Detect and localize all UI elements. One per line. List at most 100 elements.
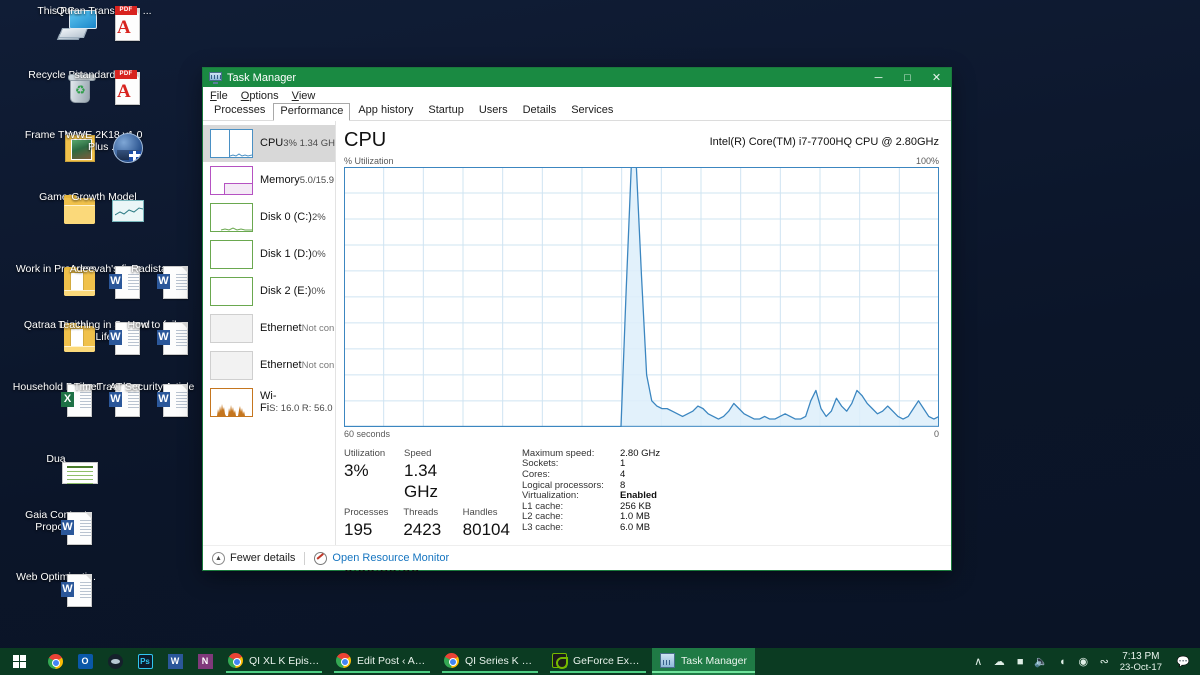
taskbar[interactable]: O Ps QI XL K Episode 11 ... Edit Post ‹ Ad… [0, 648, 1200, 675]
sidebar-thumbnail-graph [210, 388, 253, 417]
menu-item-file[interactable]: File [210, 90, 228, 102]
taskbar-pin-onenote[interactable] [190, 648, 220, 675]
sidebar-thumbnail-graph [210, 277, 253, 306]
tab-app-history[interactable]: App history [351, 102, 420, 120]
sidebar-item-value: 2% [311, 212, 326, 223]
window-title: Task Manager [227, 71, 297, 84]
threads-value: 2423 [403, 519, 442, 539]
taskbar-pin-word[interactable] [160, 648, 190, 675]
cpu-panel: CPU Intel(R) Core(TM) i7-7700HQ CPU @ 2.… [336, 121, 951, 576]
chrome-icon [336, 653, 351, 668]
sidebar-item-value: 5.0/15.9 GB (31%) [299, 175, 335, 186]
window-title-bar[interactable]: Task Manager ─ □ ✕ [203, 68, 951, 87]
sidebar-item-name: Disk 1 (D:) [260, 248, 312, 260]
menu-item-view[interactable]: View [292, 90, 316, 102]
cpu-detail-key: Cores: [522, 469, 550, 480]
desktop-icon-growth-model[interactable]: Growth Model [56, 190, 152, 222]
sidebar-thumbnail-graph [210, 351, 253, 380]
cpu-detail-row: Virtualization: Enabled [522, 491, 939, 502]
sidebar-item-name: Disk 2 (E:) [260, 285, 312, 297]
nvidia-icon[interactable]: ◉ [1073, 648, 1094, 675]
tray-overflow-icon[interactable]: ∧ [968, 648, 989, 675]
wifi-icon[interactable]: ◖ [1052, 648, 1073, 675]
speed-stat: Speed 1.34 GHz [404, 448, 464, 502]
taskbar-task-label: GeForce Experience [573, 654, 644, 667]
desktop-icon-web-optimizati[interactable]: W Web Optimizati... [8, 570, 104, 607]
sidebar-thumbnail-graph [210, 166, 253, 195]
close-button[interactable]: ✕ [922, 68, 951, 87]
taskbar-pin-photoshop[interactable]: Ps [130, 648, 160, 675]
sidebar-item-ethernet[interactable]: EthernetNot connected [203, 310, 335, 347]
sidebar-item-name: Ethernet [260, 359, 302, 371]
taskbar-task-label: QI Series K Episode ... [465, 654, 536, 667]
speed-label: Speed [404, 447, 432, 459]
taskbar-pin-steam[interactable] [100, 648, 130, 675]
sidebar-item-memory[interactable]: Memory5.0/15.9 GB (31%) [203, 162, 335, 199]
handles-stat: Handles 80104 [463, 507, 522, 540]
tab-startup[interactable]: Startup [421, 102, 470, 120]
cpu-detail-value: 6.0 MB [620, 521, 651, 533]
tab-details[interactable]: Details [516, 102, 564, 120]
sidebar-item-name: CPU [260, 137, 284, 149]
desktop-icon-quran-translation[interactable]: PDF A Quran Translation ... [56, 4, 152, 41]
desktop-icon-wwe-2k18-v1-0-plus[interactable]: WWE 2K18 v1.0 Plus ... [56, 128, 152, 163]
fewer-details-button[interactable]: Fewer details [230, 552, 295, 564]
taskbar-running-tasks: QI XL K Episode 11 ... Edit Post ‹ Addict… [220, 648, 755, 675]
maximize-button[interactable]: □ [893, 68, 922, 87]
desktop-icon-gaia-content-proposal[interactable]: W Gaia Content Proposal [8, 508, 104, 545]
taskbar-pin-chrome[interactable] [40, 648, 70, 675]
action-center-icon[interactable]: 💬 [1170, 648, 1196, 675]
volume-icon[interactable]: 🔈 [1031, 648, 1052, 675]
page-title: CPU [344, 129, 387, 151]
cpu-detail-row: L3 cache: 6.0 MB [522, 521, 939, 534]
sidebar-item-wi-fi[interactable]: Wi-FiS: 16.0 R: 56.0 Kbps [203, 384, 335, 421]
taskbar-task-label: Task Manager [681, 654, 747, 667]
processes-value: 195 [344, 519, 373, 539]
taskbar-task-geforce-experience[interactable]: GeForce Experience [544, 648, 652, 675]
open-resource-monitor-link[interactable]: Open Resource Monitor [332, 552, 449, 564]
battery-icon[interactable]: ■ [1010, 648, 1031, 675]
utilization-value: 3% [344, 460, 369, 480]
sidebar-item-disk-1-d[interactable]: Disk 1 (D:)0% [203, 236, 335, 273]
cpu-detail-row: Maximum speed: 2.80 GHz [522, 448, 939, 460]
tab-performance[interactable]: Performance [273, 103, 351, 121]
system-tray: ∧ ☁ ■ 🔈 ◖ ◉ ∾ 7:13 PM 23-Oct-17 💬 [968, 648, 1200, 675]
taskbar-task-edit-post-addictiv[interactable]: Edit Post ‹ Addictiv... [328, 648, 436, 675]
tab-processes[interactable]: Processes [207, 102, 272, 120]
taskbar-task-qi-series-k-episode[interactable]: QI Series K Episode ... [436, 648, 544, 675]
desktop-icon-radistan[interactable]: W Radistan [104, 262, 200, 299]
chevron-up-icon[interactable]: ▲ [212, 551, 225, 565]
bluetooth-icon[interactable]: ∾ [1094, 648, 1115, 675]
taskbar-task-task-manager[interactable]: Task Manager [652, 648, 755, 675]
steam-icon [107, 654, 123, 669]
tab-users[interactable]: Users [472, 102, 515, 120]
onedrive-icon[interactable]: ☁ [989, 648, 1010, 675]
cpu-detail-row: L1 cache: 256 KB [522, 501, 939, 513]
task-manager-window[interactable]: Task Manager ─ □ ✕ File Options View Proce… [203, 68, 951, 576]
taskbar-task-label: QI XL K Episode 11 ... [249, 654, 320, 667]
cpu-utilization-graph[interactable] [344, 167, 939, 427]
start-button[interactable] [0, 648, 40, 675]
sidebar-item-value: S: 16.0 R: 56.0 Kbps [269, 403, 335, 414]
desktop-icon-standard1[interactable]: PDF Astandard1-... [56, 68, 152, 105]
tab-services[interactable]: Services [564, 102, 620, 120]
sidebar-item-disk-2-e[interactable]: Disk 2 (E:)0% [203, 273, 335, 310]
windows-logo-icon [13, 654, 27, 669]
sidebar-item-cpu[interactable]: CPU3% 1.34 GHz [203, 125, 335, 162]
sidebar-item-value: Not connected [301, 360, 335, 371]
desktop-icon-at-security-article[interactable]: W AT Security Article [104, 380, 200, 417]
graph-x-left-label: 60 seconds [344, 428, 391, 439]
resource-sidebar[interactable]: CPU3% 1.34 GHzMemory5.0/15.9 GB (31%)Dis… [203, 121, 336, 545]
minimize-button[interactable]: ─ [864, 68, 893, 87]
taskbar-task-qi-xl-k-episode-11[interactable]: QI XL K Episode 11 ... [220, 648, 328, 675]
processes-label: Processes [344, 506, 389, 518]
sidebar-item-disk-0-c[interactable]: Disk 0 (C:)2% [203, 199, 335, 236]
taskbar-pin-outlook[interactable]: O [70, 648, 100, 675]
cpu-detail-row: Cores: 4 [522, 469, 939, 481]
menu-item-options[interactable]: Options [241, 90, 279, 102]
desktop-icon-dua[interactable]: Dua [8, 452, 104, 484]
desktop-icon-how-to-fail[interactable]: W How to fail [104, 318, 200, 355]
clock[interactable]: 7:13 PM 23-Oct-17 [1115, 651, 1170, 673]
sidebar-item-ethernet[interactable]: EthernetNot connected [203, 347, 335, 384]
threads-stat: Threads 2423 [403, 507, 462, 540]
